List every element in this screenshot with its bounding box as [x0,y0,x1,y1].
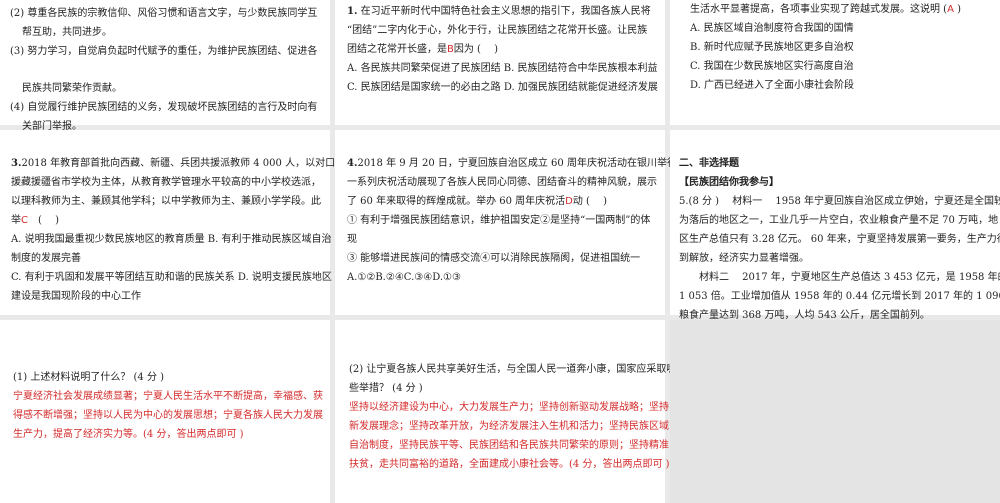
options-line: A. 说明我国最重视少数民族地区的教育质量 B. 有利于推动民族区域自治 [11,234,332,245]
options-line: A.①②B.②④C.③④D.①③ [347,272,461,283]
question-text: 2018 年 9 月 20 日，宁夏回族自治区成立 60 周年庆祝活动在银川举行… [357,158,687,169]
question-text: 生活水平显著提高，各项事业实现了跨越式发展。这说明 ( [690,4,948,15]
options-line: C. 有利于巩固和发展平等团结互助和谐的民族关系 D. 说明支援民族地区 [11,272,332,283]
options-line: ① 有利于增强民族团结意识，维护祖国安定②是坚持“一国两制”的体 [347,215,651,226]
subquestion-text: 些举措？ (4 分 ) [349,383,423,394]
options-line: 建设是我国现阶段的中心工作 [11,291,141,302]
slide-question-1: 1. 在习近平新时代中国特色社会主义思想的指引下，我国各族人民将 “团结”二字内… [335,0,665,125]
slide-question-3: 3.2018 年教育部首批向西藏、新疆、兵团共援派教师 4 000 人，以对口 … [0,130,335,315]
material-text: 材料二 2017 年，宁夏地区生产总值达 3 453 亿元，是 1958 年的 [679,272,1000,283]
option-a: A. 民族区域自治制度符合我国的国情 [690,23,854,34]
options-line: A. 各民族共同繁荣促进了民族团结 B. 民族团结符合中华民族根本利益 [347,63,658,74]
slide-subquestion-1: (1) 上述材料说明了什么？ (4 分 ) 宁夏经济社会发展成绩显著；宁夏人民生… [0,320,330,503]
answer-mark: B [447,44,454,55]
answer-text: 自治制度，坚持民族平等、民族团结和各民族共同繁荣的原则；坚持精准 [349,440,669,451]
subquestion-text: (1) 上述材料说明了什么？ (4 分 ) [13,372,165,383]
question-text: 2018 年教育部首批向西藏、新疆、兵团共援派教师 4 000 人，以对口 [21,158,336,169]
text-line: 帮互助，共同进步。 [22,27,112,38]
question-text: 了 60 年来取得的辉煌成就。举办 60 周年庆祝活 [347,196,566,207]
answer-bracket: 动 ( ) [572,196,608,207]
option-c: C. 我国在少数民族地区实行高度自治 [690,61,854,72]
options-line: 制度的发展完善 [11,253,81,264]
empty-slot [670,320,1000,503]
question-text: 团结之花常开长盛，是 [347,44,447,55]
material-text: 为落后的地区之一，工业几乎一片空白，农业粮食产量不足 70 万吨，地 [679,215,999,226]
material-text: 区生产总值只有 3.28 亿元。 60 年来，宁夏坚持发展第一要务，生产力得 [679,234,1000,245]
answer-bracket: 因为 ( ) [453,44,499,55]
options-line: ③ 能够增进民族间的情感交流④可以消除民族隔阂，促进祖国统一 [347,253,641,264]
question-number: 1. [347,6,358,17]
question-number: 4. [347,158,358,169]
options-line: C. 民族团结是国家统一的必由之路 D. 加强民族团结就能促进经济发展 [347,82,658,93]
question-text: “团结”二字内化于心，外化于行，让民族团结之花常开长盛。让民族 [347,25,648,36]
question-text: 举 [11,215,21,226]
option-d: D. 广西已经进入了全面小康社会阶段 [690,80,855,91]
question-text: 在习近平新时代中国特色社会主义思想的指引下，我国各族人民将 [360,6,651,17]
text-line: (3) 努力学习，自觉肩负起时代赋予的重任，为维护民族团结、促进各 [10,46,318,57]
slide-measures: (2) 尊重各民族的宗教信仰、风俗习惯和语言文字，与少数民族同学互 帮互助，共同… [0,0,330,132]
answer-mark: C [21,215,28,226]
answer-text: 坚持以经济建设为中心，大力发展生产力；坚持创新驱动发展战略；坚持 [349,402,669,413]
slide-question-5: 二、非选择题 【民族团结你我参与】 5.(8 分 ) 材料一 1958 年宁夏回… [670,130,1000,321]
question-text: 一系列庆祝活动展现了各族人民同心同德、团结奋斗的精神风貌，展示 [347,177,657,188]
text-line: (4) 自觉履行维护民族团结的义务，发现破坏民族团结的言行及时向有 [10,102,318,113]
slide-question-2: 生活水平显著提高，各项事业实现了跨越式发展。这说明 (A ) A. 民族区域自治… [670,0,1000,125]
question-text: 以理科教师为主、兼顾其他学科；以中学教师为主、兼顾小学学段。此 [11,196,321,207]
question-text: 援藏援疆省市学校为主体，从教育教学管理水平较高的中小学校选派， [11,177,321,188]
answer-text: 扶贫，走共同富裕的道路，全面建成小康社会等。(4 分，答出两点即可 ) [349,459,670,470]
topic-heading: 【民族团结你我参与】 [679,177,779,188]
material-text: 1 053 倍。工业增加值从 1958 年的 0.44 亿元增长到 2017 年… [679,291,1000,302]
question-number: 3. [11,158,22,169]
slide-subquestion-2: (2) 让宁夏各族人民共享美好生活，与全国人民一道奔小康，国家应采取哪 些举措？… [335,320,677,503]
answer-bracket: ) [953,4,962,15]
answer-mark: A [947,4,954,15]
text-line: 民族共同繁荣作贡献。 [22,83,122,94]
answer-mark: D [565,196,573,207]
answer-text: 得感不断增强；坚持以人民为中心的发展思想；宁夏各族人民大力发展 [13,410,323,421]
option-b: B. 新时代应赋予民族地区更多自治权 [690,42,854,53]
section-heading: 二、非选择题 [679,158,739,169]
material-text: 到解放，经济实力显著增强。 [679,253,809,264]
text-line: (2) 尊重各民族的宗教信仰、风俗习惯和语言文字，与少数民族同学互 [10,8,318,19]
material-text: 5.(8 分 ) 材料一 1958 年宁夏回族自治区成立伊始，宁夏还是全国较 [679,196,1000,207]
answer-bracket: ( ) [27,215,59,226]
slide-question-4: 4.2018 年 9 月 20 日，宁夏回族自治区成立 60 周年庆祝活动在银川… [335,130,687,315]
answer-text: 生产力，提高了经济实力等。(4 分，答出两点即可 ) [13,429,244,440]
answer-text: 宁夏经济社会发展成绩显著；宁夏人民生活水平不断提高，幸福感、获 [13,391,323,402]
answer-text: 新发展理念；坚持改革开放，为经济发展注入生机和活力；坚持民族区域 [349,421,669,432]
subquestion-text: (2) 让宁夏各族人民共享美好生活，与全国人民一道奔小康，国家应采取哪 [349,364,677,375]
options-line: 现 [347,234,357,245]
